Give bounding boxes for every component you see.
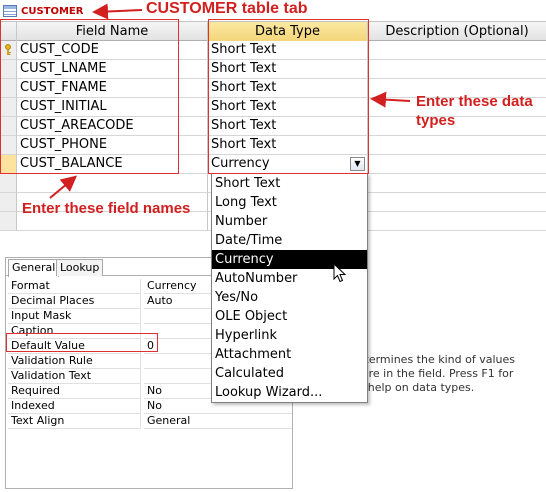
description-cell[interactable] xyxy=(368,174,546,193)
dropdown-option[interactable]: Number xyxy=(212,212,367,231)
dropdown-option[interactable]: Date/Time xyxy=(212,231,367,250)
tab-general[interactable]: General xyxy=(8,259,60,277)
tab-label: CUSTOMER xyxy=(21,5,84,17)
property-label: Required xyxy=(8,384,141,399)
dropdown-option[interactable]: Hyperlink xyxy=(212,326,367,345)
description-cell[interactable] xyxy=(368,136,546,155)
field-names-highlight-box xyxy=(0,19,179,174)
property-value[interactable]: General xyxy=(144,414,292,429)
description-cell[interactable] xyxy=(368,155,546,174)
dropdown-option[interactable]: Lookup Wizard... xyxy=(212,383,367,402)
description-cell[interactable] xyxy=(368,212,546,231)
description-cell[interactable] xyxy=(368,60,546,79)
property-label: Validation Text xyxy=(8,369,141,384)
property-label: Format xyxy=(8,279,141,294)
default-value-highlight-box xyxy=(6,333,158,352)
description-cell[interactable] xyxy=(368,41,546,60)
row-selector[interactable] xyxy=(0,212,17,231)
property-label: Validation Rule xyxy=(8,354,141,369)
row-selector[interactable] xyxy=(0,193,17,212)
annotation-field-names: Enter these field names xyxy=(22,200,191,217)
customer-table-tab[interactable]: CUSTOMER xyxy=(3,2,83,20)
property-label: Input Mask xyxy=(8,309,141,324)
data-type-dropdown-list[interactable]: Short Text Long Text Number Date/Time Cu… xyxy=(211,173,368,403)
property-label: Indexed xyxy=(8,399,141,414)
annotation-tab-label: CUSTOMER table tab xyxy=(146,0,308,17)
dropdown-option[interactable]: Short Text xyxy=(212,174,367,193)
dropdown-option[interactable]: OLE Object xyxy=(212,307,367,326)
annotation-data-types: Enter these data types xyxy=(416,93,533,129)
dropdown-option[interactable]: Calculated xyxy=(212,364,367,383)
field-name-cell[interactable] xyxy=(17,174,208,193)
dropdown-option[interactable]: Long Text xyxy=(212,193,367,212)
table-icon xyxy=(3,5,17,17)
dropdown-option[interactable]: Yes/No xyxy=(212,288,367,307)
description-cell[interactable] xyxy=(368,193,546,212)
dropdown-option[interactable]: Attachment xyxy=(212,345,367,364)
data-types-highlight-box xyxy=(208,19,369,174)
property-label: Text Align xyxy=(8,414,141,429)
mouse-pointer-icon xyxy=(333,263,347,283)
description-header: Description (Optional) xyxy=(385,24,529,39)
property-row[interactable]: Text Align General xyxy=(8,414,292,429)
tab-lookup[interactable]: Lookup xyxy=(56,259,104,276)
row-selector[interactable] xyxy=(0,174,17,193)
property-label: Decimal Places xyxy=(8,294,141,309)
